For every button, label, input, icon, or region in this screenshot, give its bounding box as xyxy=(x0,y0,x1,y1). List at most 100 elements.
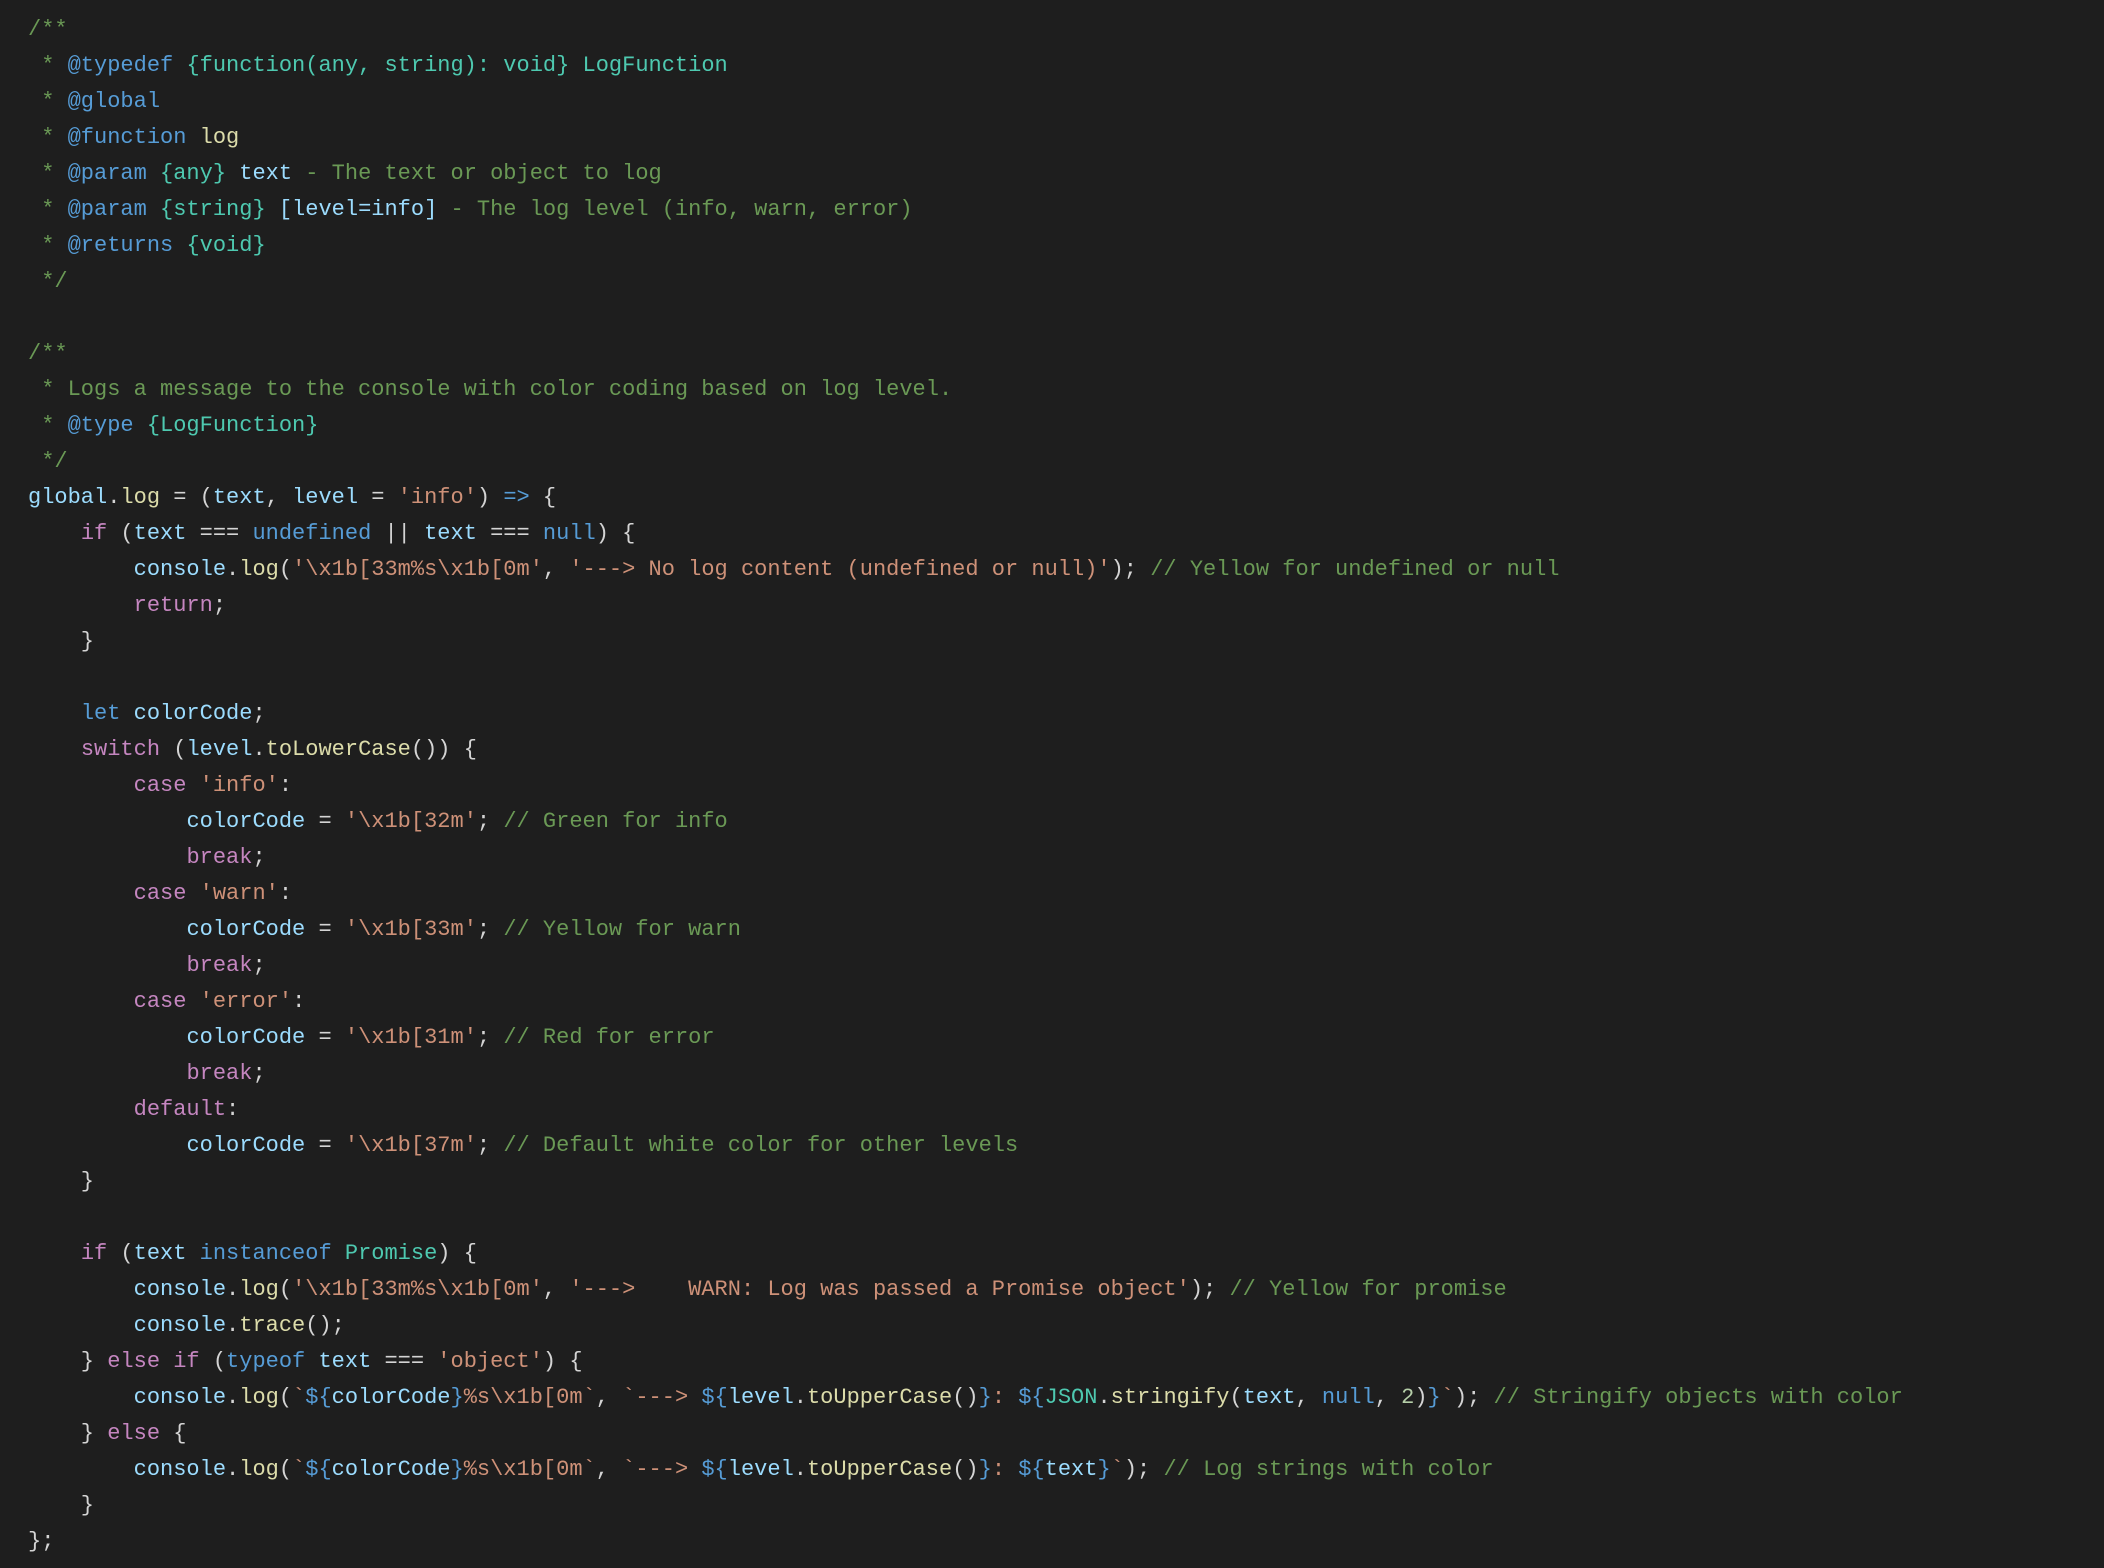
token-func: log xyxy=(239,1457,279,1482)
token-string: '\x1b[33m%s\x1b[0m' xyxy=(292,1277,543,1302)
code-line[interactable] xyxy=(28,1200,2076,1236)
token-keyword: ${ xyxy=(305,1457,331,1482)
token-jsdoc: * xyxy=(28,413,68,438)
token-ident: level xyxy=(728,1385,794,1410)
token-func: stringify xyxy=(1111,1385,1230,1410)
token-jsdoc: - The text or object to log xyxy=(292,161,662,186)
code-line[interactable]: colorCode = '\x1b[32m'; // Green for inf… xyxy=(28,804,2076,840)
code-line[interactable]: * @function log xyxy=(28,120,2076,156)
code-line[interactable]: console.log('\x1b[33m%s\x1b[0m', '---> N… xyxy=(28,552,2076,588)
code-line[interactable]: global.log = (text, level = 'info') => { xyxy=(28,480,2076,516)
token-punc: . xyxy=(226,1277,239,1302)
code-line[interactable]: console.log(`${colorCode}%s\x1b[0m`, `--… xyxy=(28,1380,2076,1416)
code-line[interactable]: * @param {any} text - The text or object… xyxy=(28,156,2076,192)
code-line[interactable]: case 'info': xyxy=(28,768,2076,804)
code-line[interactable]: break; xyxy=(28,1056,2076,1092)
code-editor[interactable]: /** * @typedef {function(any, string): v… xyxy=(0,0,2104,1568)
token-comment: // Green for info xyxy=(503,809,727,834)
code-line[interactable]: case 'error': xyxy=(28,984,2076,1020)
token-jstag: @typedef xyxy=(68,53,174,78)
token-punc: ) xyxy=(477,485,503,510)
code-line[interactable]: if (text instanceof Promise) { xyxy=(28,1236,2076,1272)
code-line[interactable]: /** xyxy=(28,12,2076,48)
token-string: %s\x1b[0m` xyxy=(464,1385,596,1410)
token-punc: , xyxy=(266,485,292,510)
code-line[interactable]: * @global xyxy=(28,84,2076,120)
code-line[interactable]: * @returns {void} xyxy=(28,228,2076,264)
code-line[interactable]: */ xyxy=(28,444,2076,480)
token-punc: : xyxy=(292,989,305,1014)
code-line[interactable]: * @type {LogFunction} xyxy=(28,408,2076,444)
code-line[interactable]: return; xyxy=(28,588,2076,624)
token-punc: ( xyxy=(279,1277,292,1302)
token-string: %s\x1b[0m` xyxy=(464,1457,596,1482)
token-ident: text xyxy=(318,1349,371,1374)
token-keyword: ${ xyxy=(1018,1385,1044,1410)
code-line[interactable]: console.log(`${colorCode}%s\x1b[0m`, `--… xyxy=(28,1452,2076,1488)
token-op: || xyxy=(371,521,424,546)
token-ident: colorCode xyxy=(332,1385,451,1410)
code-line[interactable]: } else { xyxy=(28,1416,2076,1452)
token-jsdoc: * xyxy=(28,233,68,258)
token-func: log xyxy=(200,125,240,150)
token-punc xyxy=(28,809,186,834)
code-line[interactable]: break; xyxy=(28,840,2076,876)
code-line[interactable]: } xyxy=(28,1164,2076,1200)
code-line[interactable] xyxy=(28,660,2076,696)
token-string: ` xyxy=(292,1385,305,1410)
token-ctrl: break xyxy=(186,953,252,978)
code-line[interactable]: let colorCode; xyxy=(28,696,2076,732)
code-line[interactable]: } xyxy=(28,1488,2076,1524)
code-line[interactable]: colorCode = '\x1b[31m'; // Red for error xyxy=(28,1020,2076,1056)
token-op: = xyxy=(305,917,345,942)
token-const: undefined xyxy=(252,521,371,546)
token-keyword: } xyxy=(451,1457,464,1482)
token-ctrl: return xyxy=(134,593,213,618)
token-ident: level xyxy=(292,485,358,510)
code-line[interactable]: break; xyxy=(28,948,2076,984)
token-ident: console xyxy=(134,1313,226,1338)
token-punc xyxy=(186,1241,199,1266)
token-punc xyxy=(28,1277,134,1302)
token-punc xyxy=(186,881,199,906)
code-line[interactable]: console.trace(); xyxy=(28,1308,2076,1344)
token-keyword: } xyxy=(979,1457,992,1482)
token-punc: ()) { xyxy=(411,737,477,762)
token-punc: } xyxy=(28,1493,94,1518)
code-line[interactable]: * @typedef {function(any, string): void}… xyxy=(28,48,2076,84)
token-string: '\x1b[32m' xyxy=(345,809,477,834)
code-line[interactable]: console.log('\x1b[33m%s\x1b[0m', '---> W… xyxy=(28,1272,2076,1308)
code-line[interactable]: } xyxy=(28,624,2076,660)
code-line[interactable]: /** xyxy=(28,336,2076,372)
token-type: {function(any, string): void} xyxy=(186,53,569,78)
token-op: === xyxy=(371,1349,437,1374)
token-punc xyxy=(28,1457,134,1482)
token-ident: colorCode xyxy=(186,917,305,942)
token-jsdoc xyxy=(266,197,279,222)
code-line[interactable]: * @param {string} [level=info] - The log… xyxy=(28,192,2076,228)
token-jsdoc: - The log level (info, warn, error) xyxy=(437,197,912,222)
token-keyword: instanceof xyxy=(200,1241,332,1266)
code-line[interactable]: } else if (typeof text === 'object') { xyxy=(28,1344,2076,1380)
code-line[interactable]: case 'warn': xyxy=(28,876,2076,912)
token-keyword: ${ xyxy=(305,1385,331,1410)
token-punc: . xyxy=(794,1457,807,1482)
code-line[interactable]: default: xyxy=(28,1092,2076,1128)
token-op: === xyxy=(186,521,252,546)
code-line[interactable]: switch (level.toLowerCase()) { xyxy=(28,732,2076,768)
code-line[interactable] xyxy=(28,300,2076,336)
token-string: '---> No log content (undefined or null)… xyxy=(569,557,1110,582)
token-punc: ); xyxy=(1111,557,1151,582)
code-line[interactable]: * Logs a message to the console with col… xyxy=(28,372,2076,408)
code-line[interactable]: colorCode = '\x1b[33m'; // Yellow for wa… xyxy=(28,912,2076,948)
token-punc: ) { xyxy=(543,1349,583,1374)
token-ident: colorCode xyxy=(186,1133,305,1158)
code-line[interactable]: if (text === undefined || text === null)… xyxy=(28,516,2076,552)
code-line[interactable]: */ xyxy=(28,264,2076,300)
token-string: ` xyxy=(1111,1457,1124,1482)
code-line[interactable]: }; xyxy=(28,1524,2076,1560)
code-line[interactable]: colorCode = '\x1b[37m'; // Default white… xyxy=(28,1128,2076,1164)
token-punc: = xyxy=(358,485,398,510)
token-string: '\x1b[31m' xyxy=(345,1025,477,1050)
token-punc xyxy=(28,845,186,870)
